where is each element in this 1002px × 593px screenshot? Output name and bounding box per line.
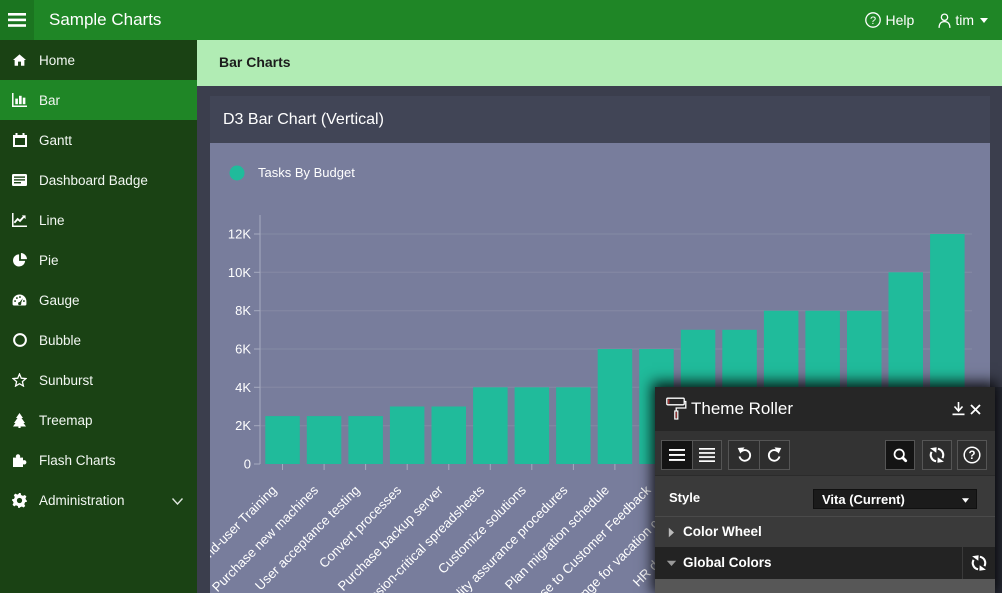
svg-text:8K: 8K [235, 303, 251, 318]
svg-text:4K: 4K [235, 380, 251, 395]
svg-text:2K: 2K [235, 418, 251, 433]
svg-text:0: 0 [244, 457, 251, 472]
svg-text:?: ? [968, 450, 975, 462]
svg-text:12K: 12K [228, 227, 251, 242]
svg-text:?: ? [869, 15, 875, 27]
svg-text:6K: 6K [235, 342, 251, 357]
svg-text:10K: 10K [228, 265, 251, 280]
